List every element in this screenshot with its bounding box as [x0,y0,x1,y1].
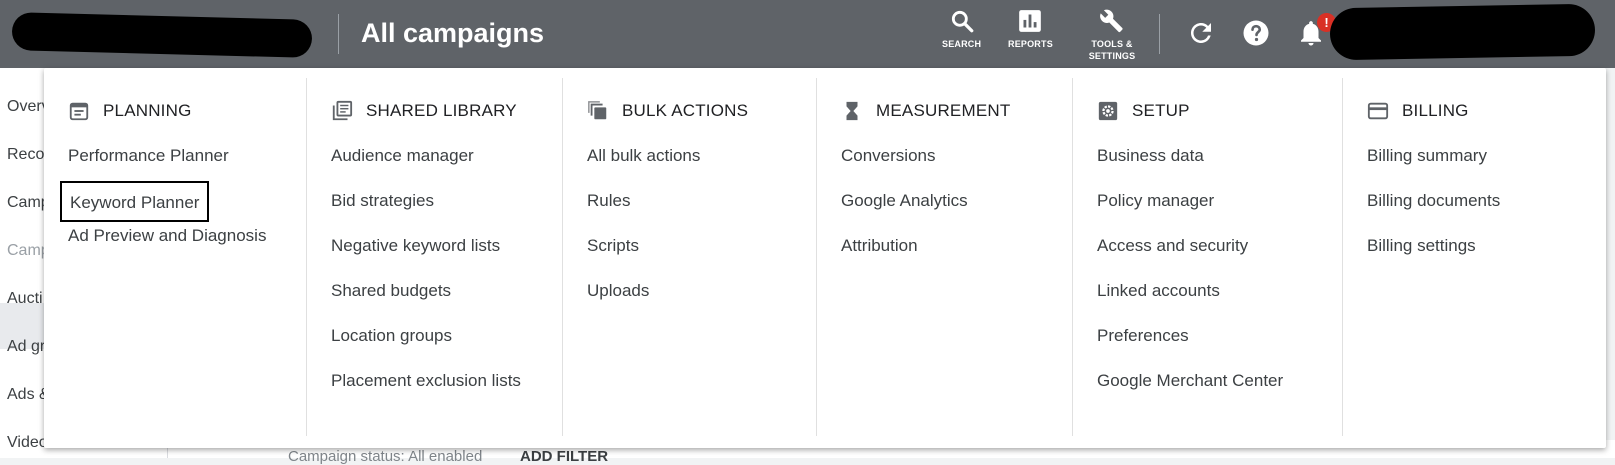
divider [1159,14,1160,54]
hourglass-icon [846,101,858,121]
refresh-icon[interactable] [1186,18,1216,48]
heading-bulk-actions: BULK ACTIONS [622,101,749,120]
column-heading: SHARED LIBRARY [331,100,517,122]
menu-item-attribution[interactable]: Attribution [841,236,968,281]
menu-item-bid-strategies[interactable]: Bid strategies [331,191,521,236]
menu-item-negative-keyword-lists[interactable]: Negative keyword lists [331,236,521,281]
menu-item-linked-accounts[interactable]: Linked accounts [1097,281,1283,326]
top-bar: All campaigns SEARCH REPORTS TOOLS & SET… [0,0,1615,68]
column-heading: BULK ACTIONS [587,100,748,122]
wrench-icon [1100,9,1123,33]
redacted-logo [11,12,313,58]
search-label: SEARCH [942,39,982,49]
menu-column-planning: PLANNING Performance Planner Keyword Pla… [44,78,306,436]
page-title: All campaigns [361,18,545,48]
reports-button[interactable]: REPORTS [1008,8,1053,50]
tools-settings-menu: PLANNING Performance Planner Keyword Pla… [44,68,1606,448]
library-icon [332,100,353,121]
menu-item-keyword-planner[interactable]: Keyword Planner [60,181,210,222]
menu-item-shared-budgets[interactable]: Shared budgets [331,281,521,326]
menu-item-billing-settings[interactable]: Billing settings [1367,236,1500,281]
help-icon[interactable] [1241,18,1271,48]
menu-item-audience-manager[interactable]: Audience manager [331,146,521,191]
sidebar-item-ad-groups[interactable]: Ad gr [7,338,45,356]
search-icon [951,10,973,33]
campaign-status-filter[interactable]: Campaign status: All enabled [288,448,482,465]
heading-billing: BILLING [1402,101,1469,120]
copy-icon [588,101,607,120]
menu-item-placement-exclusion-lists[interactable]: Placement exclusion lists [331,371,521,416]
menu-item-all-bulk-actions[interactable]: All bulk actions [587,146,700,191]
menu-item-business-data[interactable]: Business data [1097,146,1283,191]
credit-card-icon [1367,102,1389,120]
redacted-account [1329,3,1596,61]
column-heading: SETUP [1097,100,1190,122]
sidebar-item-recommendations[interactable]: Reco [7,146,44,164]
menu-column-bulk-actions: BULK ACTIONS All bulk actions Rules Scri… [562,78,816,436]
heading-planning: PLANNING [103,101,192,120]
menu-column-measurement: MEASUREMENT Conversions Google Analytics… [816,78,1072,436]
heading-measurement: MEASUREMENT [876,101,1011,120]
column-heading: PLANNING [68,100,192,122]
calendar-icon [69,102,89,121]
reports-icon [1019,10,1042,32]
menu-item-rules[interactable]: Rules [587,191,700,236]
menu-column-shared-library: SHARED LIBRARY Audience manager Bid stra… [306,78,562,436]
tools-settings-label: TOOLS & SETTINGS [1088,39,1136,61]
tools-settings-button[interactable]: TOOLS & SETTINGS [1083,8,1141,62]
sidebar-item-auction[interactable]: Aucti [7,290,43,308]
menu-item-google-analytics[interactable]: Google Analytics [841,191,968,236]
menu-item-ad-preview-and-diagnosis[interactable]: Ad Preview and Diagnosis [68,226,266,271]
menu-item-conversions[interactable]: Conversions [841,146,968,191]
menu-item-access-and-security[interactable]: Access and security [1097,236,1283,281]
reports-label: REPORTS [1008,39,1053,49]
menu-item-billing-documents[interactable]: Billing documents [1367,191,1500,236]
menu-item-location-groups[interactable]: Location groups [331,326,521,371]
menu-item-scripts[interactable]: Scripts [587,236,700,281]
heading-setup: SETUP [1132,101,1190,120]
menu-item-preferences[interactable]: Preferences [1097,326,1283,371]
column-heading: BILLING [1367,100,1469,122]
gear-icon [1098,101,1118,121]
search-button[interactable]: SEARCH [942,8,981,50]
menu-item-policy-manager[interactable]: Policy manager [1097,191,1283,236]
menu-item-uploads[interactable]: Uploads [587,281,700,326]
menu-column-setup: SETUP Business data Policy manager Acces… [1072,78,1342,436]
heading-shared-library: SHARED LIBRARY [366,101,517,120]
add-filter-button[interactable]: ADD FILTER [520,448,608,465]
divider [338,14,339,54]
menu-item-google-merchant-center[interactable]: Google Merchant Center [1097,371,1283,416]
column-heading: MEASUREMENT [841,100,1010,122]
menu-item-billing-summary[interactable]: Billing summary [1367,146,1500,191]
menu-column-billing: BILLING Billing summary Billing document… [1342,78,1604,436]
